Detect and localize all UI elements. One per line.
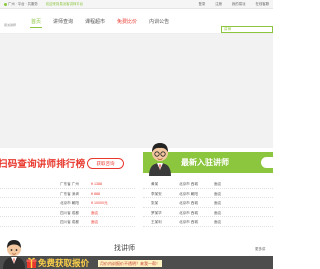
lecturer-name: 罗某华 (151, 210, 162, 215)
list-item[interactable]: 广东省 深圳 ¥ 888 (0, 189, 135, 199)
rank-city: 北京市 朝阳 (60, 201, 79, 206)
rank-city: 广东省 深圳 (60, 191, 79, 196)
lecturer-fee: 面议 (214, 210, 222, 215)
promo-sub-text[interactable]: 月价内训报价不透明？来我一帮！ (98, 260, 162, 267)
location-text[interactable]: 广州 · 平台 · 共服务 (8, 2, 38, 6)
promo-person-icon (3, 240, 25, 269)
rank-city: 四川省 成都 (60, 220, 79, 225)
list-item[interactable]: 王某利 北京市 西城 面议 (143, 217, 273, 227)
site-logo[interactable]: 易派讲师 (4, 19, 28, 31)
lecturer-region: 北京市 西城 (179, 201, 198, 206)
get-consult-button[interactable]: 获取咨询 (87, 158, 124, 169)
lecturer-name: 黄某 (151, 182, 159, 186)
lecturer-region: 北京市 西城 (179, 210, 198, 215)
new-lecturer-title: 最新入驻讲师 (181, 158, 229, 167)
lecturer-region: 北京市 朝阳 (179, 191, 198, 196)
list-item[interactable]: 张某 北京市 西城 面议 (143, 198, 273, 208)
more-link[interactable]: 更多讲 (255, 247, 266, 252)
list-item[interactable]: 李某安 北京市 朝阳 面议 (143, 189, 273, 199)
top-bar: 广州 · 平台 · 共服务 欢迎来到易派客讲师平台 登录 注册 我的易派 在线客服 (0, 0, 273, 9)
rank-fee: 面议 (91, 220, 99, 225)
rank-city: 广东省 广州 (60, 182, 79, 186)
rank-strip-title: 扫码查询讲师排行榜 (0, 159, 86, 170)
nav-course-market[interactable]: 课程超市 (84, 18, 106, 30)
list-item[interactable]: 四川省 成都 面议 (0, 217, 135, 227)
lecturer-name: 王某利 (151, 220, 162, 225)
nav-free-compare[interactable]: 免费比价 (116, 18, 138, 30)
nav-home[interactable]: 首页 (30, 18, 43, 30)
list-item[interactable]: 黄某 北京市 西城 面议 (143, 179, 273, 189)
rank-strip: 扫码查询讲师排行榜 获取咨询 (0, 152, 128, 173)
rank-city: 四川省 成都 (60, 210, 79, 215)
find-lecturer-heading: 找讲师 (114, 245, 135, 252)
new-lecturer-list: 黄某 北京市 西城 面议 李某安 北京市 朝阳 面议 张某 北京市 西城 面议 … (143, 179, 273, 227)
promo-main-text[interactable]: 免费获取报价 (38, 257, 89, 269)
top-bar-links: 登录 注册 我的易派 在线客服 (189, 1, 269, 6)
rank-fee: ¥ 888 (91, 191, 100, 196)
list-item[interactable]: 罗某华 北京市 西城 面议 (143, 208, 273, 218)
welcome-text: 欢迎来到易派客讲师平台 (45, 2, 84, 6)
new-lecturer-more-button[interactable] (261, 157, 273, 168)
nav-lecturer-search[interactable]: 讲师查询 (52, 18, 74, 30)
gift-icon (26, 257, 37, 268)
customer-service-link[interactable]: 在线客服 (255, 2, 269, 6)
header: 易派讲师 首页 讲师查询 课程超市 免费比价 内训公告 讲师 (0, 9, 273, 34)
lecturer-name: 李某安 (151, 191, 162, 196)
login-link[interactable]: 登录 (198, 2, 205, 6)
my-account-link[interactable]: 我的易派 (232, 2, 246, 6)
lecturer-fee: 面议 (214, 182, 222, 186)
lecturer-name: 张某 (151, 201, 159, 206)
rank-fee: ¥ 1388 (91, 182, 102, 186)
nav-training-notice[interactable]: 内训公告 (148, 18, 170, 30)
main-nav: 首页 讲师查询 课程超市 免费比价 内训公告 (30, 18, 180, 30)
lecturer-fee: 面议 (214, 220, 222, 225)
lecturer-avatar-icon (149, 143, 171, 176)
rank-fee: ¥ 10000元 (91, 201, 108, 206)
banner-area[interactable] (0, 34, 273, 148)
promo-bar[interactable]: 免费获取报价 月价内训报价不透明？来我一帮！ (0, 256, 273, 269)
list-item[interactable]: 广东省 广州 ¥ 1388 (0, 179, 135, 189)
rank-fee: 面议 (91, 210, 99, 215)
lecturer-fee: 面议 (214, 201, 222, 206)
lecturer-region: 北京市 西城 (179, 182, 198, 186)
register-link[interactable]: 注册 (215, 2, 222, 6)
list-item[interactable]: 北京市 朝阳 ¥ 10000元 (0, 198, 135, 208)
lecturer-region: 北京市 西城 (179, 220, 198, 225)
rank-list: 广东省 广州 ¥ 1388 广东省 深圳 ¥ 888 北京市 朝阳 ¥ 1000… (0, 179, 135, 227)
lecturer-fee: 面议 (214, 191, 222, 196)
list-item[interactable]: 四川省 成都 面议 (0, 208, 135, 218)
top-bar-left: 广州 · 平台 · 共服务 欢迎来到易派客讲师平台 (4, 1, 83, 6)
location-icon (4, 2, 7, 6)
search-input[interactable]: 讲师 (221, 26, 273, 33)
